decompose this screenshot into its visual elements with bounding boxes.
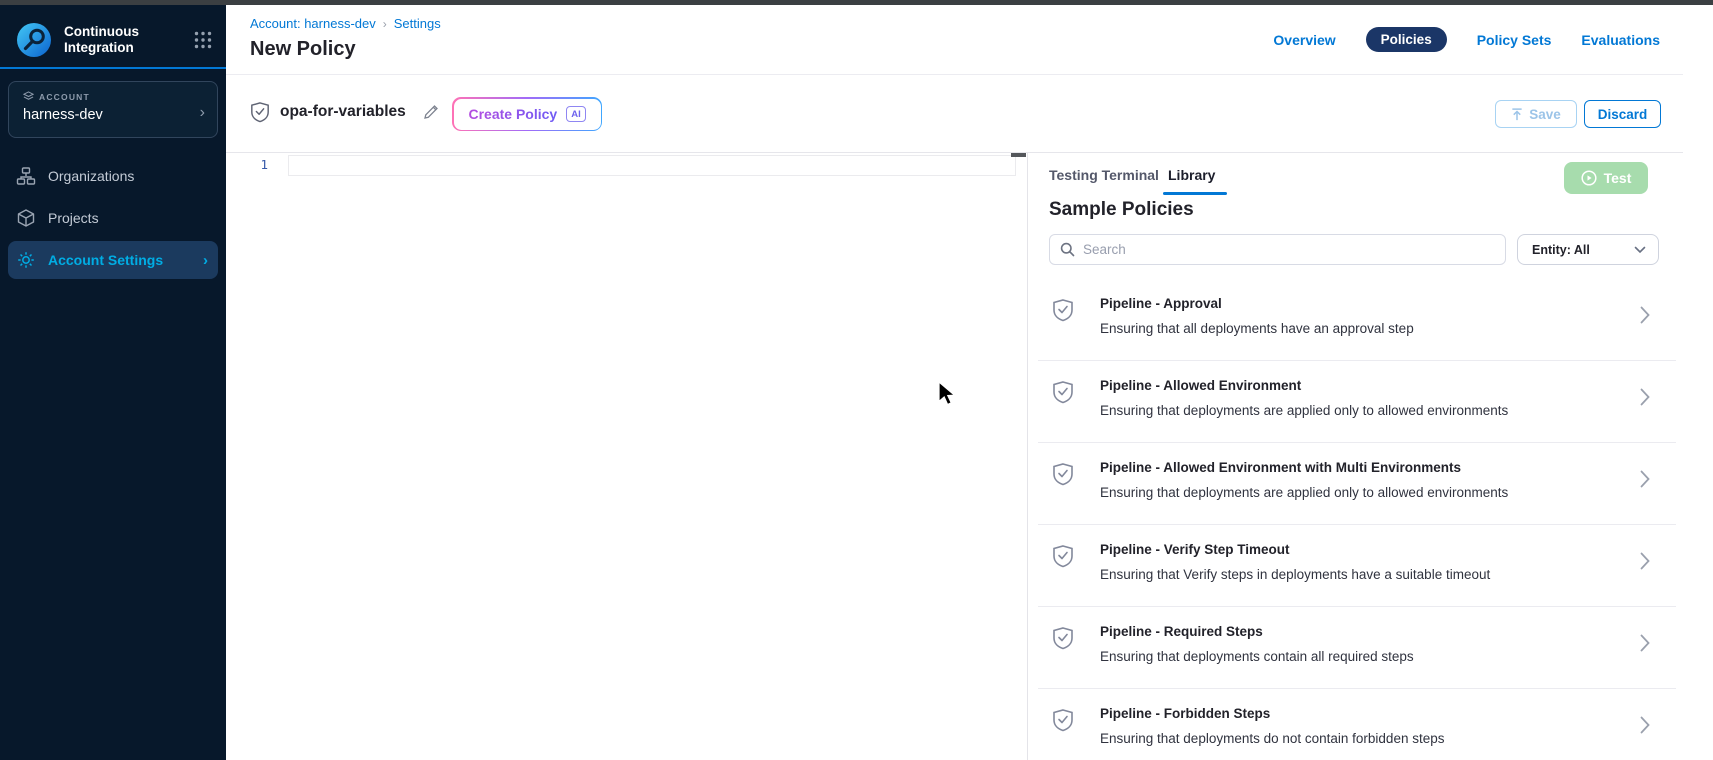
governance-tabs: Overview Policies Policy Sets Evaluation…: [1273, 27, 1660, 52]
account-label: ACCOUNT: [39, 92, 90, 102]
play-circle-icon: [1581, 170, 1597, 186]
breadcrumb-account-link[interactable]: Account: harness-dev: [250, 16, 376, 31]
organizations-icon: [16, 166, 36, 186]
editor-current-line[interactable]: [288, 155, 1016, 176]
sample-policy-row[interactable]: Pipeline - Forbidden Steps Ensuring that…: [1049, 700, 1672, 760]
create-policy-ai-button[interactable]: Create Policy AI: [452, 97, 602, 131]
sample-policy-list: Pipeline - Approval Ensuring that all de…: [1049, 290, 1672, 760]
app-root: Continuous Integration ACCOUNT harness-d…: [0, 0, 1713, 760]
discard-button[interactable]: Discard: [1584, 100, 1661, 128]
policy-shield-check-icon: [1052, 298, 1074, 322]
account-name: harness-dev: [23, 107, 205, 123]
policy-description: Ensuring that Verify steps in deployment…: [1100, 567, 1490, 582]
sidebar-item-label: Projects: [48, 210, 99, 226]
chevron-down-icon: [1634, 246, 1646, 254]
ai-badge: AI: [566, 106, 586, 122]
breadcrumb-separator: ›: [383, 17, 387, 31]
breadcrumb-settings-link[interactable]: Settings: [394, 16, 441, 31]
gear-icon: [16, 250, 36, 270]
test-label: Test: [1604, 170, 1632, 186]
account-selector[interactable]: ACCOUNT harness-dev ›: [8, 81, 218, 138]
entity-filter-dropdown[interactable]: Entity: All: [1517, 234, 1659, 265]
harness-ci-logo-icon[interactable]: [16, 22, 52, 58]
sidebar-item-projects[interactable]: Projects: [8, 199, 218, 237]
page-title: New Policy: [250, 38, 356, 61]
sample-policy-row[interactable]: Pipeline - Allowed Environment with Mult…: [1049, 454, 1672, 536]
account-scope-icon: [23, 91, 34, 102]
sample-policy-row[interactable]: Pipeline - Approval Ensuring that all de…: [1049, 290, 1672, 372]
editor-minimap-marker: [1011, 153, 1026, 157]
chevron-right-icon: [1640, 634, 1650, 652]
page-header: Account: harness-dev › Settings New Poli…: [226, 5, 1713, 75]
policy-title: Pipeline - Allowed Environment: [1100, 378, 1301, 393]
policy-shield-check-icon: [1052, 544, 1074, 568]
chevron-right-icon: [1640, 552, 1650, 570]
chevron-right-icon: [1640, 470, 1650, 488]
policy-shield-check-icon: [1052, 626, 1074, 650]
edit-pencil-icon[interactable]: [422, 103, 440, 121]
sidebar-item-organizations[interactable]: Organizations: [8, 157, 218, 195]
scrollbar-gutter[interactable]: [1683, 5, 1713, 760]
search-icon: [1060, 242, 1075, 257]
search-box: [1049, 234, 1506, 265]
app-switcher-grid-icon[interactable]: [194, 31, 212, 49]
policy-description: Ensuring that deployments do not contain…: [1100, 731, 1444, 746]
sample-policy-row[interactable]: Pipeline - Required Steps Ensuring that …: [1049, 618, 1672, 700]
policy-shield-check-icon: [1052, 462, 1074, 486]
tab-policy-sets[interactable]: Policy Sets: [1477, 32, 1552, 48]
search-input[interactable]: [1083, 242, 1495, 257]
module-active-underline: [0, 67, 226, 69]
entity-filter-value: Entity: All: [1532, 243, 1634, 257]
sample-policy-row[interactable]: Pipeline - Allowed Environment Ensuring …: [1049, 372, 1672, 454]
main-content: Account: harness-dev › Settings New Poli…: [226, 5, 1713, 760]
tab-library[interactable]: Library: [1168, 167, 1215, 183]
policy-description: Ensuring that deployments contain all re…: [1100, 649, 1414, 664]
test-button[interactable]: Test: [1564, 162, 1648, 194]
chevron-right-icon: ›: [203, 252, 208, 269]
workarea: 1 Testing Terminal Library Test Sample P…: [226, 153, 1713, 760]
sidebar: Continuous Integration ACCOUNT harness-d…: [0, 5, 226, 760]
sample-policy-row[interactable]: Pipeline - Verify Step Timeout Ensuring …: [1049, 536, 1672, 618]
create-policy-label: Create Policy: [469, 106, 558, 122]
chevron-right-icon: [1640, 388, 1650, 406]
policy-title: Pipeline - Forbidden Steps: [1100, 706, 1270, 721]
policy-title: Pipeline - Required Steps: [1100, 624, 1263, 639]
discard-label: Discard: [1598, 107, 1648, 122]
editor-line-number: 1: [248, 157, 268, 172]
chevron-right-icon: [1640, 716, 1650, 734]
sidebar-item-label: Organizations: [48, 168, 134, 184]
tab-testing-terminal[interactable]: Testing Terminal: [1049, 167, 1159, 183]
projects-icon: [16, 208, 36, 228]
product-name: Continuous Integration: [64, 24, 164, 56]
chevron-right-icon: [1640, 306, 1650, 324]
policy-shield-icon: [250, 101, 270, 123]
policy-shield-check-icon: [1052, 708, 1074, 732]
sample-policies-heading: Sample Policies: [1049, 199, 1194, 221]
policy-title: Pipeline - Verify Step Timeout: [1100, 542, 1290, 557]
policy-toolbar: opa-for-variables Create Policy AI S: [226, 75, 1713, 153]
sidebar-item-account-settings[interactable]: Account Settings ›: [8, 241, 218, 279]
breadcrumb: Account: harness-dev › Settings: [250, 16, 441, 31]
sidebar-item-label: Account Settings: [48, 252, 163, 268]
save-button[interactable]: Save: [1495, 100, 1577, 128]
sidebar-header: Continuous Integration: [16, 20, 212, 60]
policy-description: Ensuring that deployments are applied on…: [1100, 485, 1508, 500]
policy-title: Pipeline - Approval: [1100, 296, 1222, 311]
chevron-right-icon: ›: [200, 104, 205, 122]
tab-policies[interactable]: Policies: [1366, 27, 1447, 52]
save-label: Save: [1529, 107, 1561, 122]
library-panel: Testing Terminal Library Test Sample Pol…: [1028, 153, 1683, 760]
policy-shield-check-icon: [1052, 380, 1074, 404]
upload-icon: [1511, 108, 1523, 121]
policy-title: Pipeline - Allowed Environment with Mult…: [1100, 460, 1461, 475]
active-tab-underline: [1163, 192, 1227, 195]
policy-description: Ensuring that deployments are applied on…: [1100, 403, 1508, 418]
policy-code-editor[interactable]: 1: [226, 153, 1027, 760]
policy-name: opa-for-variables: [280, 103, 406, 121]
tab-overview[interactable]: Overview: [1273, 32, 1335, 48]
policy-description: Ensuring that all deployments have an ap…: [1100, 321, 1414, 336]
tab-evaluations[interactable]: Evaluations: [1581, 32, 1660, 48]
